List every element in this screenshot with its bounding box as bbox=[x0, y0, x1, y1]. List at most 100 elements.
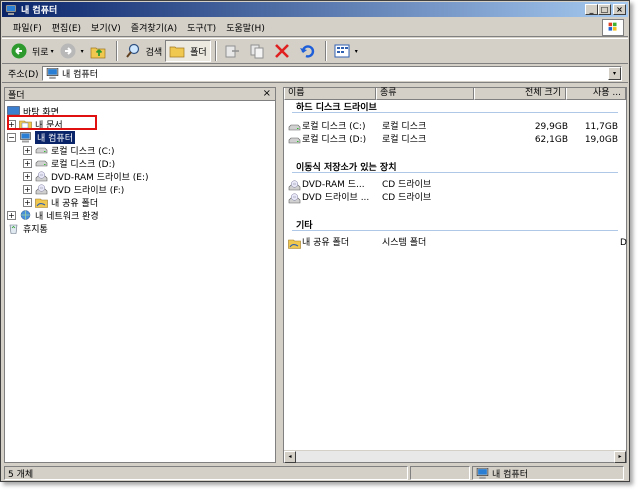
group-divider bbox=[292, 230, 618, 231]
menu-help[interactable]: 도움말(H) bbox=[221, 21, 270, 34]
disk-icon bbox=[35, 158, 48, 169]
expand-icon[interactable]: + bbox=[23, 198, 32, 207]
back-arrow-icon bbox=[11, 43, 27, 59]
folders-pane-close-button[interactable]: × bbox=[263, 88, 271, 99]
tree-item[interactable]: + 내 공유 폴더 bbox=[23, 196, 98, 209]
forward-button[interactable]: ▾ bbox=[57, 40, 87, 62]
expand-icon[interactable]: + bbox=[23, 146, 32, 155]
scroll-right-button[interactable]: ▸ bbox=[614, 451, 626, 463]
group-divider bbox=[292, 172, 618, 173]
group-divider bbox=[292, 112, 618, 113]
cell-extra: D bbox=[620, 238, 627, 248]
dvd-icon bbox=[288, 193, 301, 204]
cell-type: 로컬 디스크 bbox=[382, 135, 427, 145]
column-header[interactable]: 전체 크기 bbox=[474, 88, 566, 100]
delete-button[interactable] bbox=[271, 40, 296, 62]
address-dropdown-button[interactable]: ▾ bbox=[608, 67, 621, 80]
dvd-icon bbox=[35, 171, 48, 182]
status-spacer bbox=[410, 466, 470, 480]
list-item[interactable]: 로컬 디스크 (D:) 로컬 디스크 62,1GB 19,0GB bbox=[288, 134, 624, 147]
computer-icon bbox=[5, 4, 17, 15]
expand-icon[interactable]: + bbox=[23, 159, 32, 168]
close-button[interactable]: × bbox=[613, 4, 626, 15]
list-item[interactable]: 로컬 디스크 (C:) 로컬 디스크 29,9GB 11,7GB bbox=[288, 121, 624, 134]
forward-dropdown-icon[interactable]: ▾ bbox=[81, 48, 84, 55]
column-header[interactable]: 사용 ... bbox=[566, 88, 626, 100]
cell-name: 내 공유 폴더 bbox=[302, 238, 350, 248]
tree-item-label: 휴지통 bbox=[23, 225, 48, 235]
search-icon bbox=[125, 43, 139, 58]
tree-item-label: 내 컴퓨터 bbox=[35, 131, 75, 144]
expand-icon[interactable]: + bbox=[7, 211, 16, 220]
address-field[interactable]: 내 컴퓨터 ▾ bbox=[42, 66, 622, 81]
toolbar-separator bbox=[324, 41, 327, 61]
menu-tools[interactable]: 도구(T) bbox=[182, 21, 221, 34]
collapse-icon[interactable]: − bbox=[7, 133, 16, 142]
column-header[interactable]: 이름 bbox=[284, 88, 376, 100]
cell-total: 62,1GB bbox=[534, 135, 568, 145]
back-button[interactable]: 뒤로 ▾ bbox=[8, 40, 57, 62]
folders-pane-header: 폴더 × bbox=[5, 88, 275, 101]
window-title: 내 컴퓨터 bbox=[21, 6, 58, 16]
cell-type: CD 드라이브 bbox=[382, 180, 432, 190]
tree-item[interactable]: + DVD-RAM 드라이브 (E:) bbox=[23, 170, 149, 183]
move-to-button[interactable] bbox=[221, 40, 246, 62]
status-location: 내 컴퓨터 bbox=[472, 466, 624, 480]
cell-type: 로컬 디스크 bbox=[382, 122, 427, 132]
cell-name: DVD-RAM 드... bbox=[302, 180, 365, 190]
folders-pane: 폴더 × 바탕 화면 + 내 문서 − 내 컴퓨터 + 로컬 디스크 (C:) + 로컬 디스크… bbox=[4, 87, 276, 463]
horizontal-scrollbar[interactable]: ◂ ▸ bbox=[284, 450, 626, 463]
undo-button[interactable] bbox=[296, 40, 321, 62]
tree-item[interactable]: 휴지통 bbox=[7, 222, 48, 235]
search-label: 검색 bbox=[145, 47, 163, 58]
copy-to-icon bbox=[250, 44, 264, 59]
back-dropdown-icon[interactable]: ▾ bbox=[51, 48, 54, 55]
tree-item[interactable]: + 로컬 디스크 (D:) bbox=[23, 157, 115, 170]
tree-item[interactable]: − 내 컴퓨터 bbox=[7, 131, 75, 144]
views-icon bbox=[334, 44, 350, 58]
computer-icon bbox=[46, 68, 59, 79]
column-header[interactable]: 종류 bbox=[376, 88, 474, 100]
expand-icon[interactable]: + bbox=[23, 185, 32, 194]
up-button[interactable] bbox=[87, 40, 112, 62]
maximize-button[interactable]: □ bbox=[598, 4, 611, 15]
standard-toolbar: 뒤로 ▾ ▾ 검색 폴더 ▾ bbox=[2, 38, 628, 64]
tree-item-label: 로컬 디스크 (C:) bbox=[51, 147, 115, 157]
menu-file[interactable]: 파일(F) bbox=[8, 21, 47, 34]
list-item[interactable]: DVD 드라이브 ... CD 드라이브 bbox=[288, 192, 624, 205]
highlight-annotation-box bbox=[7, 115, 97, 130]
tree-item[interactable]: + DVD 드라이브 (F:) bbox=[23, 183, 124, 196]
tree-item-label: 내 네트워크 환경 bbox=[35, 212, 99, 222]
address-value: 내 컴퓨터 bbox=[62, 70, 98, 80]
scroll-left-button[interactable]: ◂ bbox=[284, 451, 296, 463]
list-item[interactable]: 내 공유 폴더 시스템 폴더 D bbox=[288, 237, 627, 250]
back-label: 뒤로 bbox=[32, 47, 49, 58]
search-button[interactable]: 검색 bbox=[122, 40, 166, 62]
tree-item-label: DVD-RAM 드라이브 (E:) bbox=[51, 173, 149, 183]
folders-button[interactable]: 폴더 bbox=[165, 40, 211, 62]
tree-item[interactable]: + 로컬 디스크 (C:) bbox=[23, 144, 114, 157]
explorer-window: 내 컴퓨터 _ □ × 파일(F) 편집(E) 보기(V) 즐겨찾기(A) 도구… bbox=[0, 0, 630, 482]
disk-icon bbox=[288, 122, 301, 133]
dvd-icon bbox=[35, 184, 48, 195]
title-bar[interactable]: 내 컴퓨터 _ □ × bbox=[2, 2, 628, 17]
cell-used: 19,0GB bbox=[584, 135, 618, 145]
folder-up-icon bbox=[90, 47, 105, 59]
copy-to-button[interactable] bbox=[246, 40, 271, 62]
list-item[interactable]: DVD-RAM 드... CD 드라이브 bbox=[288, 179, 624, 192]
views-button[interactable]: ▾ bbox=[331, 40, 361, 62]
menu-view[interactable]: 보기(V) bbox=[86, 21, 126, 34]
menu-favorites[interactable]: 즐겨찾기(A) bbox=[126, 21, 182, 34]
dvd-icon bbox=[288, 180, 301, 191]
windows-logo-icon bbox=[602, 19, 624, 36]
menu-edit[interactable]: 편집(E) bbox=[47, 21, 86, 34]
views-dropdown-icon[interactable]: ▾ bbox=[355, 48, 358, 55]
computer-icon bbox=[19, 132, 32, 143]
undo-icon bbox=[299, 45, 314, 58]
expand-icon[interactable]: + bbox=[23, 172, 32, 181]
disk-icon bbox=[35, 145, 48, 156]
shared-folder-icon bbox=[288, 238, 301, 249]
tree-item[interactable]: + 내 네트워크 환경 bbox=[7, 209, 99, 222]
cell-used: 11,7GB bbox=[584, 122, 618, 132]
minimize-button[interactable]: _ bbox=[585, 4, 598, 15]
